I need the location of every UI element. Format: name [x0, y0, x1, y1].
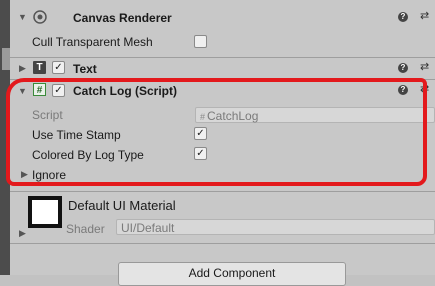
inspector-panel: ▼ Canvas Renderer ? ⇄ Cull Transparent M…	[10, 0, 435, 275]
help-icon[interactable]: ?	[398, 12, 408, 22]
colored-by-log-type-checkbox[interactable]: ✓	[194, 147, 207, 160]
presets-icon[interactable]: ⇄	[420, 82, 429, 95]
add-component-button[interactable]: Add Component	[118, 262, 346, 286]
script-icon: #	[33, 83, 46, 96]
catch-log-header[interactable]: ▼ # ✓ Catch Log (Script) ? ⇄	[10, 80, 435, 102]
fold-right-icon[interactable]: ▶	[19, 228, 26, 239]
ignore-foldout[interactable]: ▶ Ignore	[10, 165, 210, 183]
fold-right-icon[interactable]: ▶	[21, 169, 28, 180]
colored-by-log-type-label: Colored By Log Type	[32, 148, 144, 162]
text-enabled-checkbox[interactable]: ✓	[52, 61, 65, 74]
text-component-header[interactable]: ▶ T ✓ Text ? ⇄	[10, 58, 435, 78]
ignore-label: Ignore	[32, 168, 67, 182]
presets-icon[interactable]: ⇄	[420, 60, 429, 73]
material-preview	[28, 196, 62, 228]
help-icon[interactable]: ?	[398, 85, 408, 95]
script-value: CatchLog	[207, 109, 259, 123]
script-field: # CatchLog	[195, 107, 435, 123]
presets-icon[interactable]: ⇄	[420, 9, 429, 22]
shader-value: UI/Default	[121, 221, 175, 235]
cull-transparent-mesh-label: Cull Transparent Mesh	[32, 35, 153, 49]
text-component-icon: T	[33, 61, 46, 74]
help-icon[interactable]: ?	[398, 63, 408, 73]
divider	[10, 243, 435, 244]
scene-view-edge	[0, 0, 10, 275]
use-time-stamp-checkbox[interactable]: ✓	[194, 127, 207, 140]
catch-log-title: Catch Log (Script)	[73, 84, 177, 98]
fold-right-icon[interactable]: ▶	[19, 63, 26, 74]
script-hash-icon: #	[200, 112, 206, 122]
eye-icon	[33, 10, 47, 24]
shader-field: UI/Default	[116, 219, 435, 235]
fold-down-icon[interactable]: ▼	[18, 12, 27, 22]
canvas-renderer-header[interactable]: ▼ Canvas Renderer ? ⇄	[10, 6, 435, 28]
cull-transparent-mesh-checkbox[interactable]	[194, 35, 207, 48]
text-component-title: Text	[73, 62, 97, 76]
use-time-stamp-label: Use Time Stamp	[32, 128, 121, 142]
canvas-renderer-title: Canvas Renderer	[73, 11, 172, 25]
shader-label: Shader	[66, 222, 105, 236]
catch-log-enabled-checkbox[interactable]: ✓	[52, 84, 65, 97]
scene-view-highlight	[2, 48, 10, 70]
material-title: Default UI Material	[68, 198, 176, 213]
fold-down-icon[interactable]: ▼	[18, 86, 27, 96]
script-label: Script	[32, 108, 63, 122]
divider	[10, 191, 435, 192]
